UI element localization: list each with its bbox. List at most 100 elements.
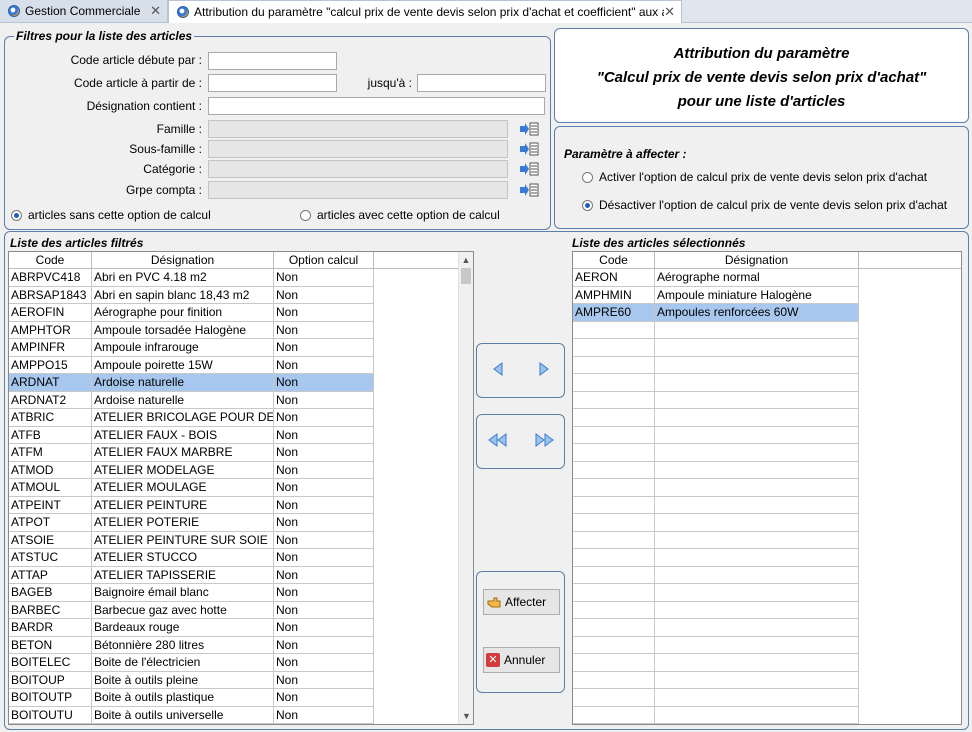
cell-designation: [655, 339, 859, 357]
table-row[interactable]: BOITOUP Boite à outils pleine Non: [9, 671, 473, 689]
cell-code: BOITELEC: [9, 654, 92, 672]
table-row[interactable]: AMPHMIN Ampoule miniature Halogène: [573, 286, 961, 304]
code-from-input[interactable]: [208, 74, 337, 92]
table-row[interactable]: AMPRE60 Ampoules renforcées 60W: [573, 304, 961, 322]
table-row[interactable]: ARDNAT Ardoise naturelle Non: [9, 374, 473, 392]
famille-field[interactable]: [208, 120, 508, 138]
list-add-icon[interactable]: [519, 142, 539, 156]
table-row[interactable]: BETON Bétonnière 280 litres Non: [9, 636, 473, 654]
move-all-right-icon[interactable]: [533, 432, 555, 448]
move-right-icon[interactable]: [537, 361, 551, 377]
cell-designation: ATELIER MODELAGE: [92, 461, 274, 479]
table-row[interactable]: ATSTUC ATELIER STUCCO Non: [9, 549, 473, 567]
tab-label: Gestion Commerciale: [25, 4, 141, 18]
radio-without-option[interactable]: articles sans cette option de calcul: [11, 208, 211, 222]
tab-gestion-commerciale[interactable]: Gestion Commerciale ✕: [0, 0, 168, 22]
table-row[interactable]: ATMOD ATELIER MODELAGE Non: [9, 461, 473, 479]
cell-code: [573, 514, 655, 532]
radio-button-checked[interactable]: [11, 209, 22, 221]
close-icon[interactable]: ✕: [150, 3, 161, 19]
tab-attribution[interactable]: Attribution du paramètre "calcul prix de…: [168, 0, 682, 23]
cell-code: [573, 584, 655, 602]
table-row[interactable]: ATPOT ATELIER POTERIE Non: [9, 514, 473, 532]
cell-designation: ATELIER POTERIE: [92, 514, 274, 532]
table-row[interactable]: AMPHTOR Ampoule torsadée Halogène Non: [9, 321, 473, 339]
empty-row: [573, 689, 961, 707]
list-add-icon[interactable]: [519, 183, 539, 197]
cell-designation: Abri en PVC 4.18 m2: [92, 269, 274, 287]
radio-button-checked[interactable]: [582, 199, 593, 211]
cell-code: ATFB: [9, 426, 92, 444]
cell-code: ATFM: [9, 444, 92, 462]
move-all-left-icon[interactable]: [487, 432, 509, 448]
list-add-icon[interactable]: [519, 122, 539, 136]
table-row[interactable]: BOITOUTP Boite à outils plastique Non: [9, 689, 473, 707]
list-add-icon[interactable]: [519, 162, 539, 176]
grpe-compta-field[interactable]: [208, 181, 508, 199]
selected-articles-table[interactable]: Code Désignation AERON Aérographe normal A…: [572, 251, 962, 725]
close-icon[interactable]: ✕: [664, 4, 675, 20]
radio-activate[interactable]: Activer l'option de calcul prix de vente…: [582, 170, 927, 184]
table-row[interactable]: BARDR Bardeaux rouge Non: [9, 619, 473, 637]
move-left-icon[interactable]: [491, 361, 505, 377]
radio-button[interactable]: [582, 171, 593, 183]
cell-code: AMPRE60: [573, 304, 655, 322]
designation-label: Désignation contient :: [86, 99, 202, 113]
vertical-scrollbar[interactable]: ▲ ▼: [458, 252, 473, 724]
table-row[interactable]: ABRPVC418 Abri en PVC 4.18 m2 Non: [9, 269, 473, 287]
code-to-input[interactable]: [417, 74, 546, 92]
cell-option: Non: [274, 671, 374, 689]
sous-famille-field[interactable]: [208, 140, 508, 158]
table-row[interactable]: AMPINFR Ampoule infrarouge Non: [9, 339, 473, 357]
table-row[interactable]: ATFB ATELIER FAUX - BOIS Non: [9, 426, 473, 444]
column-header-code[interactable]: Code: [9, 252, 92, 268]
radio-deactivate[interactable]: Désactiver l'option de calcul prix de ve…: [582, 198, 947, 212]
cell-code: AMPHTOR: [9, 321, 92, 339]
scrollbar-thumb[interactable]: [461, 268, 471, 284]
table-row[interactable]: BARBEC Barbecue gaz avec hotte Non: [9, 601, 473, 619]
scroll-down-icon[interactable]: ▼: [459, 708, 473, 724]
cell-designation: [655, 444, 859, 462]
cell-option: Non: [274, 654, 374, 672]
table-row[interactable]: ATFM ATELIER FAUX MARBRE Non: [9, 444, 473, 462]
cell-designation: [655, 689, 859, 707]
cell-code: [573, 409, 655, 427]
table-row[interactable]: ATSOIE ATELIER PEINTURE SUR SOIE Non: [9, 531, 473, 549]
code-starts-input[interactable]: [208, 52, 337, 70]
radio-button[interactable]: [300, 209, 311, 221]
table-row[interactable]: ATPEINT ATELIER PEINTURE Non: [9, 496, 473, 514]
table-row[interactable]: ATTAP ATELIER TAPISSERIE Non: [9, 566, 473, 584]
table-row[interactable]: AERON Aérographe normal: [573, 269, 961, 287]
cell-code: ATPEINT: [9, 496, 92, 514]
scroll-up-icon[interactable]: ▲: [459, 252, 473, 268]
table-row[interactable]: ABRSAP1843 Abri en sapin blanc 18,43 m2 No…: [9, 286, 473, 304]
table-row[interactable]: AMPPO15 Ampoule poirette 15W Non: [9, 356, 473, 374]
column-header-option[interactable]: Option calcul: [274, 252, 374, 268]
table-row[interactable]: ATMOUL ATELIER MOULAGE Non: [9, 479, 473, 497]
table-row[interactable]: AEROFIN Aérographe pour finition Non: [9, 304, 473, 322]
cell-option: Non: [274, 356, 374, 374]
radio-with-option[interactable]: articles avec cette option de calcul: [300, 208, 500, 222]
cell-code: [573, 671, 655, 689]
cell-option: Non: [274, 321, 374, 339]
table-row[interactable]: BAGEB Baignoire émail blanc Non: [9, 584, 473, 602]
sous-famille-label: Sous-famille :: [129, 142, 202, 156]
cell-designation: [655, 601, 859, 619]
categorie-label: Catégorie :: [143, 162, 202, 176]
cell-option: Non: [274, 391, 374, 409]
column-header-designation[interactable]: Désignation: [92, 252, 274, 268]
column-header-designation[interactable]: Désignation: [655, 252, 859, 268]
affecter-button[interactable]: Affecter: [483, 589, 560, 615]
header-line-2: "Calcul prix de vente devis selon prix d…: [596, 69, 927, 86]
filtered-articles-table[interactable]: Code Désignation Option calcul ABRPVC418…: [8, 251, 474, 725]
cell-designation: Bétonnière 280 litres: [92, 636, 274, 654]
table-row[interactable]: ARDNAT2 Ardoise naturelle Non: [9, 391, 473, 409]
designation-input[interactable]: [208, 97, 545, 115]
radio-label: articles avec cette option de calcul: [317, 208, 500, 222]
table-row[interactable]: BOITELEC Boite de l'électricien Non: [9, 654, 473, 672]
table-row[interactable]: BOITOUTU Boite à outils universelle Non: [9, 706, 473, 724]
categorie-field[interactable]: [208, 160, 508, 178]
annuler-button[interactable]: ✕ Annuler: [483, 647, 560, 673]
table-row[interactable]: ATBRIC ATELIER BRICOLAGE POUR DEB Non: [9, 409, 473, 427]
column-header-code[interactable]: Code: [573, 252, 655, 268]
